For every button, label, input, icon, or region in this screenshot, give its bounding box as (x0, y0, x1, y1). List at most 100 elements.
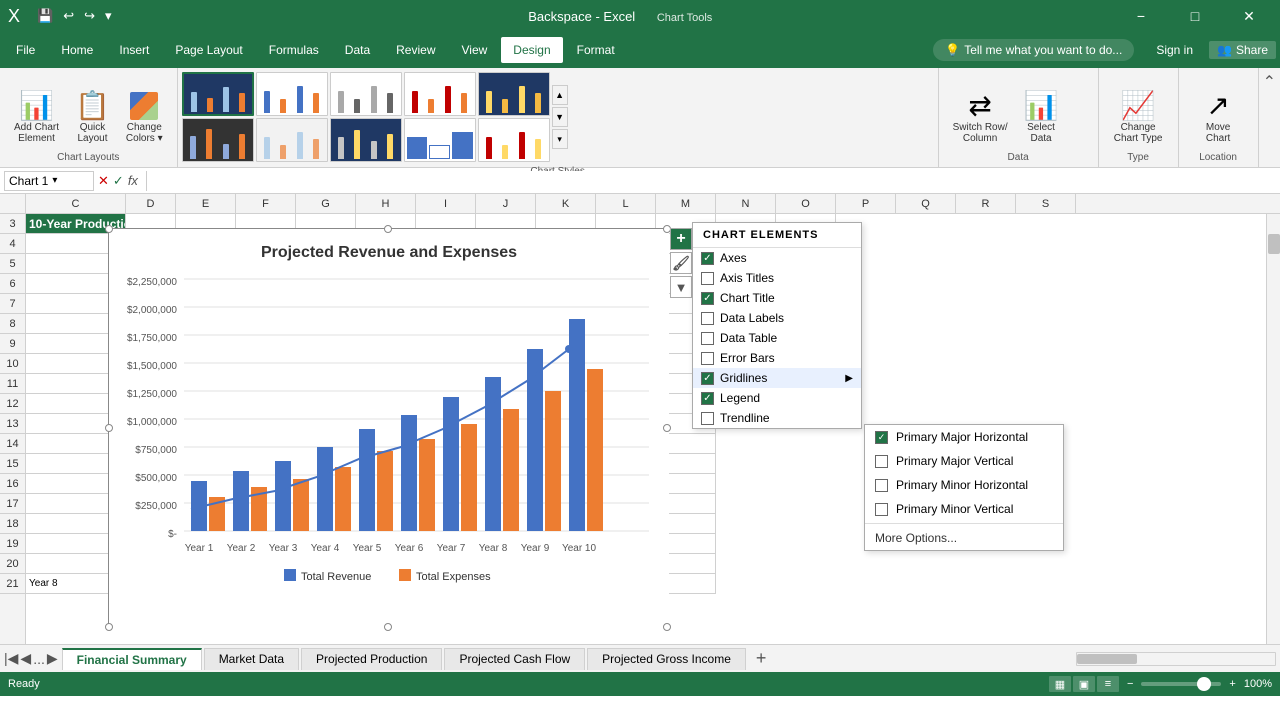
error-bars-checkbox[interactable] (701, 352, 714, 365)
chart-styles-button[interactable]: 🖌 (670, 252, 692, 274)
primary-major-vertical-checkbox[interactable] (875, 455, 888, 468)
chart-element-gridlines[interactable]: ✓ Gridlines ▶ (693, 368, 861, 388)
redo-button[interactable]: ↪ (81, 6, 98, 26)
col-header-s[interactable]: S (1016, 194, 1076, 213)
share-button[interactable]: 👥 Share (1209, 41, 1276, 59)
page-break-view-button[interactable]: ≡ (1097, 676, 1119, 692)
chart-style-9[interactable] (404, 118, 476, 162)
formula-input[interactable] (155, 171, 1276, 191)
col-header-o[interactable]: O (776, 194, 836, 213)
tab-next-button[interactable]: ▶ (47, 650, 58, 667)
col-header-c[interactable]: C (26, 194, 126, 213)
col-header-e[interactable]: E (176, 194, 236, 213)
chart-style-2[interactable] (256, 72, 328, 116)
chart-elements-button[interactable]: + (670, 228, 692, 250)
sign-in-button[interactable]: Sign in (1148, 41, 1201, 59)
chart-handle-tl[interactable] (105, 225, 113, 233)
gridlines-primary-minor-vertical[interactable]: Primary Minor Vertical (865, 497, 1063, 521)
close-button[interactable]: ✕ (1226, 0, 1272, 32)
chart-element-error-bars[interactable]: Error Bars (693, 348, 861, 368)
chart-title-checkbox[interactable]: ✓ (701, 292, 714, 305)
tab-projected-gross-income[interactable]: Projected Gross Income (587, 648, 746, 670)
col-header-i[interactable]: I (416, 194, 476, 213)
switch-row-column-button[interactable]: ⇄ Switch Row/Column (947, 88, 1014, 148)
chart-style-scroll-down[interactable]: ▼ (552, 107, 568, 127)
col-header-m[interactable]: M (656, 194, 716, 213)
gridlines-checkbox[interactable]: ✓ (701, 372, 714, 385)
hscrollbar-thumb[interactable] (1077, 654, 1137, 664)
tab-projected-cash-flow[interactable]: Projected Cash Flow (444, 648, 585, 670)
minimize-button[interactable]: − (1118, 0, 1164, 32)
col-header-d[interactable]: D (126, 194, 176, 213)
ribbon-collapse-button[interactable]: ⌃ (1259, 68, 1280, 167)
gridlines-primary-minor-horizontal[interactable]: Primary Minor Horizontal (865, 473, 1063, 497)
chart-style-3[interactable] (330, 72, 402, 116)
qat-dropdown-button[interactable]: ▾ (102, 6, 115, 26)
col-header-l[interactable]: L (596, 194, 656, 213)
tab-home[interactable]: Home (49, 37, 105, 63)
chart-handle-bl[interactable] (105, 623, 113, 631)
zoom-slider-thumb[interactable] (1197, 677, 1211, 691)
change-chart-type-button[interactable]: 📈 ChangeChart Type (1108, 88, 1169, 148)
undo-button[interactable]: ↩ (60, 6, 77, 26)
data-table-checkbox[interactable] (701, 332, 714, 345)
change-colors-button[interactable]: ChangeColors ▾ (120, 88, 169, 148)
tab-insert[interactable]: Insert (107, 37, 161, 63)
tab-review[interactable]: Review (384, 37, 447, 63)
chart-element-chart-title[interactable]: ✓ Chart Title (693, 288, 861, 308)
tab-format[interactable]: Format (565, 37, 627, 63)
chart-style-6[interactable] (182, 118, 254, 162)
add-sheet-button[interactable]: + (748, 648, 775, 669)
normal-view-button[interactable]: ▦ (1049, 676, 1071, 692)
vertical-scrollbar[interactable] (1266, 214, 1280, 644)
zoom-slider[interactable] (1141, 682, 1221, 686)
tab-view[interactable]: View (450, 37, 500, 63)
tab-file[interactable]: File (4, 37, 47, 63)
tell-me-input[interactable]: 💡 Tell me what you want to do... (933, 39, 1134, 61)
chart-style-4[interactable] (404, 72, 476, 116)
primary-major-horizontal-checkbox[interactable]: ✓ (875, 431, 888, 444)
horizontal-scrollbar[interactable] (1076, 652, 1276, 666)
tab-design[interactable]: Design (501, 37, 562, 63)
chart-style-scroll-up[interactable]: ▲ (552, 85, 568, 105)
tab-page-layout[interactable]: Page Layout (163, 37, 254, 63)
tab-first-button[interactable]: |◀ (4, 650, 18, 667)
chart-style-scroll-more[interactable]: ▾ (552, 129, 568, 149)
move-chart-button[interactable]: ↗ MoveChart (1200, 88, 1236, 148)
chart-element-data-labels[interactable]: Data Labels (693, 308, 861, 328)
chart-filters-button[interactable]: ▼ (670, 276, 692, 298)
zoom-minus-button[interactable]: − (1127, 678, 1133, 690)
quick-layout-button[interactable]: 📋 QuickLayout (69, 88, 116, 148)
select-data-button[interactable]: 📊 SelectData (1018, 88, 1065, 148)
zoom-plus-button[interactable]: + (1229, 678, 1235, 690)
chart-handle-bm[interactable] (384, 623, 392, 631)
confirm-formula-button[interactable]: ✓ (113, 173, 124, 189)
name-box[interactable]: Chart 1 ▾ (4, 171, 94, 191)
chart-element-trendline[interactable]: Trendline (693, 408, 861, 428)
scrollbar-thumb[interactable] (1268, 234, 1280, 254)
chart-style-10[interactable] (478, 118, 550, 162)
axes-checkbox[interactable]: ✓ (701, 252, 714, 265)
insert-function-button[interactable]: fx (128, 173, 138, 188)
chart-style-5[interactable] (478, 72, 550, 116)
page-layout-view-button[interactable]: ▣ (1073, 676, 1095, 692)
chart-element-axes[interactable]: ✓ Axes (693, 248, 861, 268)
maximize-button[interactable]: □ (1172, 0, 1218, 32)
legend-checkbox[interactable]: ✓ (701, 392, 714, 405)
primary-minor-horizontal-checkbox[interactable] (875, 479, 888, 492)
chart-element-axis-titles[interactable]: Axis Titles (693, 268, 861, 288)
chart-handle-br[interactable] (663, 623, 671, 631)
col-header-p[interactable]: P (836, 194, 896, 213)
col-header-f[interactable]: F (236, 194, 296, 213)
trendline-checkbox[interactable] (701, 412, 714, 425)
tab-formulas[interactable]: Formulas (257, 37, 331, 63)
tab-data[interactable]: Data (333, 37, 382, 63)
chart-area[interactable]: Projected Revenue and Expenses $2,250,00… (108, 228, 668, 628)
col-header-k[interactable]: K (536, 194, 596, 213)
add-chart-element-button[interactable]: 📊 Add ChartElement (8, 88, 65, 148)
col-header-g[interactable]: G (296, 194, 356, 213)
save-button[interactable]: 💾 (34, 6, 56, 26)
col-header-r[interactable]: R (956, 194, 1016, 213)
col-header-q[interactable]: Q (896, 194, 956, 213)
chart-handle-mr[interactable] (663, 424, 671, 432)
